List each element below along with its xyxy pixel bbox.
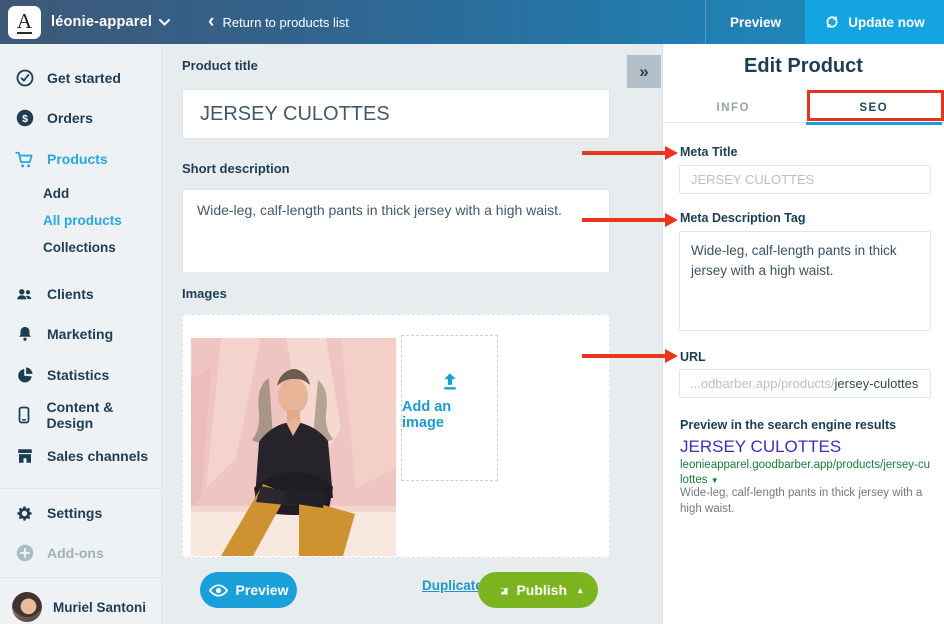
url-slug: jersey-culottes (835, 376, 919, 391)
sidebar-item-label: Products (47, 151, 108, 167)
sidebar-item-label: Get started (47, 70, 121, 86)
sidebar-item-content-design[interactable]: Content & Design (0, 403, 161, 427)
tab-seo[interactable]: SEO (804, 94, 944, 122)
user-account-row[interactable]: Muriel Santoni (0, 585, 161, 624)
dollar-circle-icon: $ (15, 109, 34, 128)
serp-caret-icon: ▼ (711, 476, 719, 485)
back-label: Return to products list (222, 15, 348, 30)
sidebar-subitem-label: Collections (43, 240, 116, 255)
meta-description-input[interactable] (679, 231, 931, 331)
serp-preview-heading: Preview in the search engine results (680, 418, 896, 432)
product-editor-window: A léonie-apparel ‹ Return to products li… (0, 0, 944, 624)
avatar (12, 592, 42, 622)
panel-tabs: INFO SEO (663, 94, 944, 123)
chevron-down-icon (159, 19, 170, 26)
meta-title-input[interactable] (679, 165, 931, 194)
serp-result-url: leonieapparel.goodbarber.app/products/je… (680, 458, 932, 488)
publish-button-label: Publish (516, 582, 567, 598)
sidebar-item-all-products[interactable]: All products (0, 210, 161, 230)
panel-title: Edit Product (663, 55, 944, 78)
sidebar-item-settings[interactable]: Settings (0, 501, 161, 525)
sync-icon (824, 14, 840, 30)
url-prefix: ...odbarber.app/products/ (690, 376, 835, 391)
duplicate-link[interactable]: Duplicate (422, 578, 483, 593)
tab-info[interactable]: INFO (663, 94, 804, 122)
serp-result-description: Wide-leg, calf-length pants in thick jer… (680, 486, 930, 517)
publish-caret-icon[interactable]: ▴ (578, 585, 583, 596)
sidebar-item-clients[interactable]: Clients (0, 282, 161, 306)
sidebar-subitem-label: Add (43, 186, 69, 201)
sidebar-item-label: Statistics (47, 367, 109, 383)
plus-circle-icon (15, 544, 34, 563)
sidebar-item-add[interactable]: Add (0, 183, 161, 203)
sidebar-item-label: Content & Design (47, 399, 161, 431)
sidebar-divider (0, 488, 161, 489)
meta-description-label: Meta Description Tag (680, 211, 805, 225)
preview-button[interactable]: Preview (200, 572, 297, 608)
product-photo[interactable] (191, 338, 396, 556)
cart-icon (15, 150, 34, 169)
product-title-label: Product title (182, 58, 258, 73)
sidebar-divider (0, 577, 161, 578)
svg-text:$: $ (22, 113, 28, 125)
sidebar-item-label: Sales channels (47, 448, 148, 464)
sidebar-item-get-started[interactable]: Get started (0, 66, 161, 90)
app-switcher[interactable]: léonie-apparel (51, 14, 170, 30)
sidebar-item-statistics[interactable]: Statistics (0, 363, 161, 387)
sidebar-item-collections[interactable]: Collections (0, 237, 161, 257)
app-logo-letter: A (17, 11, 32, 31)
bell-icon (15, 325, 34, 344)
sidebar-item-label: Settings (47, 505, 102, 521)
app-logo[interactable]: A (8, 6, 41, 39)
topbar: A léonie-apparel ‹ Return to products li… (0, 0, 944, 44)
serp-result-title: JERSEY CULOTTES (680, 437, 841, 457)
sidebar-item-label: Marketing (47, 326, 113, 342)
sidebar-item-orders[interactable]: $ Orders (0, 106, 161, 130)
publish-gear-icon (493, 582, 509, 598)
preview-label: Preview (730, 15, 781, 30)
storefront-icon (15, 447, 34, 466)
sidebar-item-label: Add-ons (47, 545, 104, 561)
sidebar-item-label: Orders (47, 110, 93, 126)
product-title-input[interactable] (182, 89, 610, 139)
add-image-dropzone[interactable]: Add an image (401, 335, 498, 481)
check-circle-icon (15, 69, 34, 88)
product-form: » Product title Short description Images (162, 44, 662, 624)
sidebar-item-label: Clients (47, 286, 94, 302)
images-label: Images (182, 286, 227, 301)
url-input[interactable]: ...odbarber.app/products/jersey-culottes (679, 369, 931, 398)
update-label: Update now (848, 15, 925, 30)
sidebar: Get started $ Orders Products Add All pr… (0, 44, 162, 624)
sidebar-item-marketing[interactable]: Marketing (0, 322, 161, 346)
url-label: URL (680, 350, 706, 364)
short-description-input[interactable] (182, 189, 610, 273)
edit-product-panel: Edit Product INFO SEO Meta Title Meta De… (662, 44, 944, 624)
sidebar-subitem-label: All products (43, 213, 122, 228)
app-name: léonie-apparel (51, 14, 152, 30)
update-now-button[interactable]: Update now (805, 0, 944, 44)
add-image-label: Add an image (402, 399, 497, 431)
preview-button-label: Preview (236, 582, 289, 598)
people-icon (15, 285, 34, 304)
collapse-panel-button[interactable]: » (627, 55, 661, 88)
images-card: Add an image (182, 314, 610, 558)
phone-icon (15, 406, 34, 425)
publish-button[interactable]: Publish ▴ (478, 572, 598, 608)
app-logo-caption (17, 32, 32, 34)
chevron-left-icon: ‹ (208, 12, 214, 31)
sidebar-item-sales-channels[interactable]: Sales channels (0, 444, 161, 468)
pie-chart-icon (15, 366, 34, 385)
meta-title-label: Meta Title (680, 145, 737, 159)
eye-icon (209, 584, 228, 597)
user-name: Muriel Santoni (53, 600, 146, 615)
short-description-label: Short description (182, 161, 290, 176)
back-to-products-link[interactable]: ‹ Return to products list (208, 14, 349, 31)
sidebar-item-products[interactable]: Products (0, 147, 161, 171)
sidebar-item-add-ons[interactable]: Add-ons (0, 541, 161, 565)
gear-icon (15, 504, 34, 523)
topbar-preview-button[interactable]: Preview (705, 0, 805, 44)
upload-icon (439, 371, 461, 393)
